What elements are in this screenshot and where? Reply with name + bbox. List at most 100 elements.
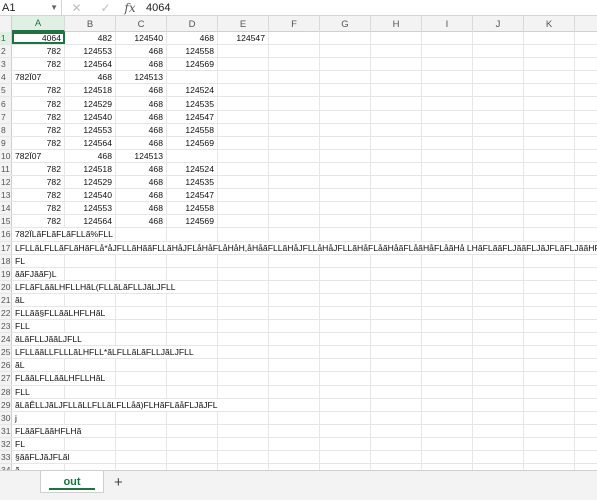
cell-i12[interactable] [422, 176, 473, 189]
cell-k22[interactable] [524, 306, 575, 320]
cell-g25[interactable] [320, 346, 371, 359]
cell-c33[interactable] [116, 451, 167, 464]
cell-f2[interactable] [269, 45, 320, 58]
cell-h7[interactable] [371, 110, 422, 123]
cell-h27[interactable] [371, 372, 422, 385]
cell-e7[interactable] [218, 110, 269, 123]
cell-e32[interactable] [218, 437, 269, 450]
row-header[interactable]: 23 [0, 320, 12, 333]
cell-i27[interactable] [422, 372, 473, 385]
cell-h21[interactable] [371, 293, 422, 306]
cell-d23[interactable] [167, 320, 218, 333]
cell-d8[interactable]: 124558 [167, 123, 218, 136]
cell-k32[interactable] [524, 437, 575, 450]
row-header[interactable]: 9 [0, 136, 12, 149]
cell-i5[interactable] [422, 84, 473, 97]
cell-e8[interactable] [218, 123, 269, 136]
cell-k28[interactable] [524, 385, 575, 398]
cell-e26[interactable] [218, 359, 269, 372]
cell-g9[interactable] [320, 136, 371, 149]
cell-e33[interactable] [218, 451, 269, 464]
cell-a14[interactable]: 782 [12, 202, 65, 215]
cell-b6[interactable]: 124529 [65, 97, 116, 110]
cell-h15[interactable] [371, 215, 422, 228]
cell-e1[interactable]: 124547 [218, 32, 269, 45]
cell-a1[interactable]: 4064 [12, 32, 65, 45]
row-header[interactable]: 31 [0, 424, 12, 437]
cell-h14[interactable] [371, 202, 422, 215]
cell-c4[interactable]: 124513 [116, 71, 167, 84]
cell-j3[interactable] [473, 58, 524, 71]
cell-i22[interactable] [422, 306, 473, 320]
cell-e29[interactable] [218, 398, 269, 411]
formula-input[interactable]: 4064 [140, 2, 170, 14]
row-header[interactable]: 4 [0, 71, 12, 84]
cell-e6[interactable] [218, 97, 269, 110]
cell-b5[interactable]: 124518 [65, 84, 116, 97]
cell-k33[interactable] [524, 451, 575, 464]
cell-i23[interactable] [422, 320, 473, 333]
cell-a8[interactable]: 782 [12, 123, 65, 136]
cell-h16[interactable] [371, 228, 422, 241]
select-all-corner[interactable] [0, 16, 12, 32]
cell-c15[interactable]: 468 [116, 215, 167, 228]
cell-i13[interactable] [422, 189, 473, 202]
cell-d19[interactable] [167, 267, 218, 280]
cell-i26[interactable] [422, 359, 473, 372]
cell-b2[interactable]: 124553 [65, 45, 116, 58]
row-header[interactable]: 5 [0, 84, 12, 97]
cell-h2[interactable] [371, 45, 422, 58]
cell-d31[interactable] [167, 424, 218, 437]
cell-j23[interactable] [473, 320, 524, 333]
cell-j18[interactable] [473, 254, 524, 267]
cell-j11[interactable] [473, 162, 524, 176]
cell-h6[interactable] [371, 97, 422, 110]
row-header[interactable]: 12 [0, 176, 12, 189]
cell-j1[interactable] [473, 32, 524, 45]
cell-k11[interactable] [524, 162, 575, 176]
cell-i29[interactable] [422, 398, 473, 411]
cell-i10[interactable] [422, 149, 473, 162]
cell-g21[interactable] [320, 293, 371, 306]
cell-f25[interactable] [269, 346, 320, 359]
cell-h5[interactable] [371, 84, 422, 97]
cell-i31[interactable] [422, 424, 473, 437]
cell-a9[interactable]: 782 [12, 136, 65, 149]
cell-h31[interactable] [371, 424, 422, 437]
cell-k24[interactable] [524, 333, 575, 346]
cell-f16[interactable] [269, 228, 320, 241]
cell-d12[interactable]: 124535 [167, 176, 218, 189]
row-header[interactable]: 30 [0, 411, 12, 424]
cell-k27[interactable] [524, 372, 575, 385]
cell-j21[interactable] [473, 293, 524, 306]
cell-d9[interactable]: 124569 [167, 136, 218, 149]
cell-k25[interactable] [524, 346, 575, 359]
cell-e18[interactable] [218, 254, 269, 267]
cell-c30[interactable] [116, 411, 167, 424]
cell-c18[interactable] [116, 254, 167, 267]
cell-h25[interactable] [371, 346, 422, 359]
cell-e24[interactable] [218, 333, 269, 346]
cell-c11[interactable]: 468 [116, 162, 167, 176]
cell-f11[interactable] [269, 162, 320, 176]
cell-d7[interactable]: 124547 [167, 110, 218, 123]
cell-e2[interactable] [218, 45, 269, 58]
cell-e4[interactable] [218, 71, 269, 84]
row-header[interactable]: 3 [0, 58, 12, 71]
cell-h28[interactable] [371, 385, 422, 398]
cell-h18[interactable] [371, 254, 422, 267]
cell-j32[interactable] [473, 437, 524, 450]
cell-j24[interactable] [473, 333, 524, 346]
cell-k30[interactable] [524, 411, 575, 424]
cell-d32[interactable] [167, 437, 218, 450]
cell-g18[interactable] [320, 254, 371, 267]
cell-d4[interactable] [167, 71, 218, 84]
cell-f4[interactable] [269, 71, 320, 84]
cell-k7[interactable] [524, 110, 575, 123]
column-header-k[interactable]: K [524, 16, 575, 32]
column-header-g[interactable]: G [320, 16, 371, 32]
cell-j15[interactable] [473, 215, 524, 228]
cell-d15[interactable]: 124569 [167, 215, 218, 228]
cell-f6[interactable] [269, 97, 320, 110]
cell-i33[interactable] [422, 451, 473, 464]
